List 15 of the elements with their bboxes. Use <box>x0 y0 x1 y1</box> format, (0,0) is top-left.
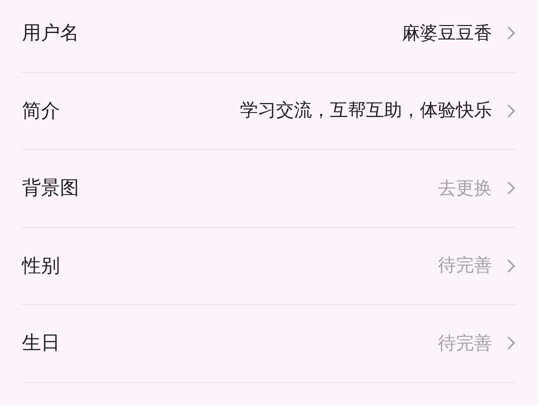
row-label: 性别 <box>22 254 60 278</box>
chevron-right-icon[interactable] <box>506 258 516 274</box>
row-label: 生日 <box>22 331 60 356</box>
chevron-right-icon[interactable] <box>506 25 516 42</box>
row-value: 学习交流，互帮互助，体验快乐 <box>240 99 492 124</box>
row-value: 待完善 <box>438 332 492 356</box>
chevron-right-icon[interactable] <box>506 180 516 196</box>
row-label: 用户名 <box>22 21 79 46</box>
row-value: 待完善 <box>438 254 492 278</box>
row-value: 去更换 <box>438 176 492 201</box>
row-label: 简介 <box>22 98 60 124</box>
chevron-right-icon[interactable] <box>506 102 516 119</box>
chevron-right-icon[interactable] <box>506 335 516 352</box>
row-value: 麻婆豆豆香 <box>402 22 492 46</box>
row-label: 背景图 <box>22 176 79 201</box>
